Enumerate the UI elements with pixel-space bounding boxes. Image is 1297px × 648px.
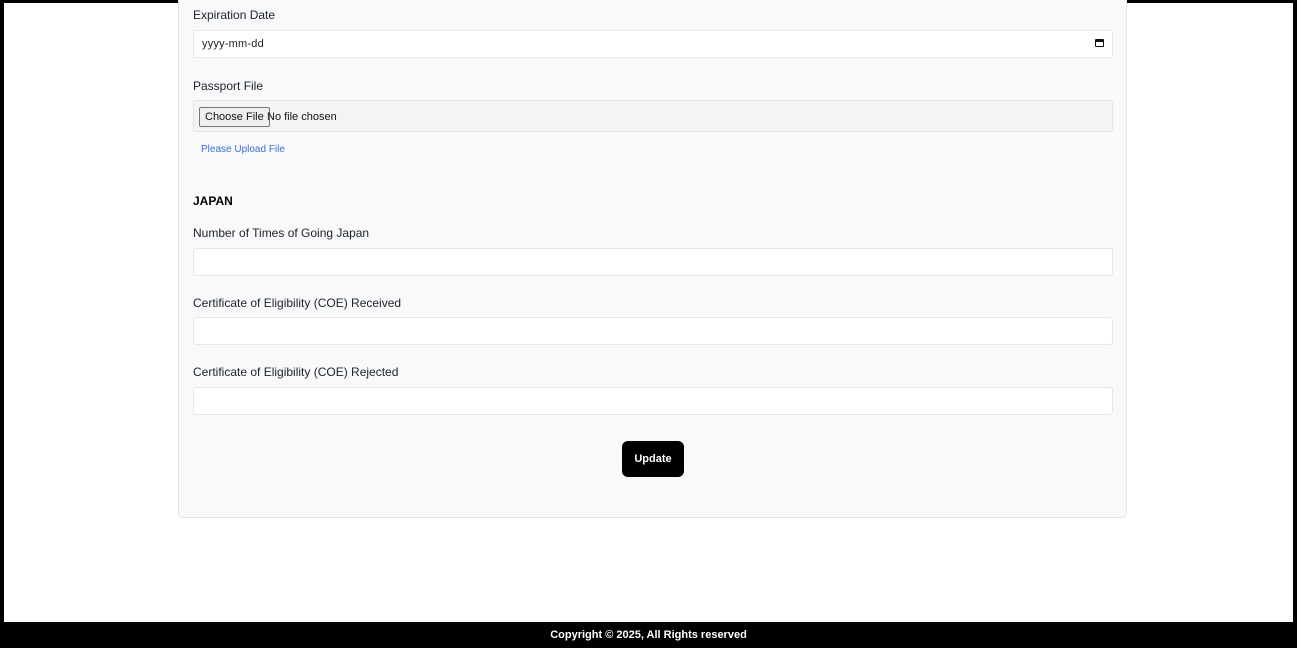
times-going-japan-input[interactable]: [193, 248, 1113, 276]
times-going-japan-label: Number of Times of Going Japan: [193, 226, 370, 240]
japan-section-title: JAPAN: [193, 194, 233, 208]
coe-rejected-input[interactable]: [193, 387, 1113, 415]
footer-copyright: Copyright © 2025, All Rights reserved: [4, 622, 1293, 648]
file-status-text: No file chosen: [267, 111, 337, 123]
expiration-date-input[interactable]: yyyy-mm-dd: [193, 30, 1113, 58]
expiration-date-value: yyyy-mm-dd: [202, 38, 264, 50]
upload-file-hint: Please Upload File: [201, 144, 285, 155]
passport-file-label: Passport File: [193, 79, 264, 93]
coe-received-label: Certificate of Eligibility (COE) Receive…: [193, 296, 402, 310]
form-card: Expiration Date yyyy-mm-dd Passport File…: [178, 0, 1127, 518]
choose-file-button[interactable]: Choose File: [199, 107, 270, 127]
coe-received-input[interactable]: [193, 317, 1113, 345]
expiration-date-label: Expiration Date: [193, 8, 276, 22]
calendar-icon[interactable]: [1095, 39, 1104, 47]
update-button[interactable]: Update: [622, 441, 684, 477]
coe-rejected-label: Certificate of Eligibility (COE) Rejecte…: [193, 365, 399, 379]
passport-file-input[interactable]: Choose File No file chosen: [193, 100, 1113, 132]
